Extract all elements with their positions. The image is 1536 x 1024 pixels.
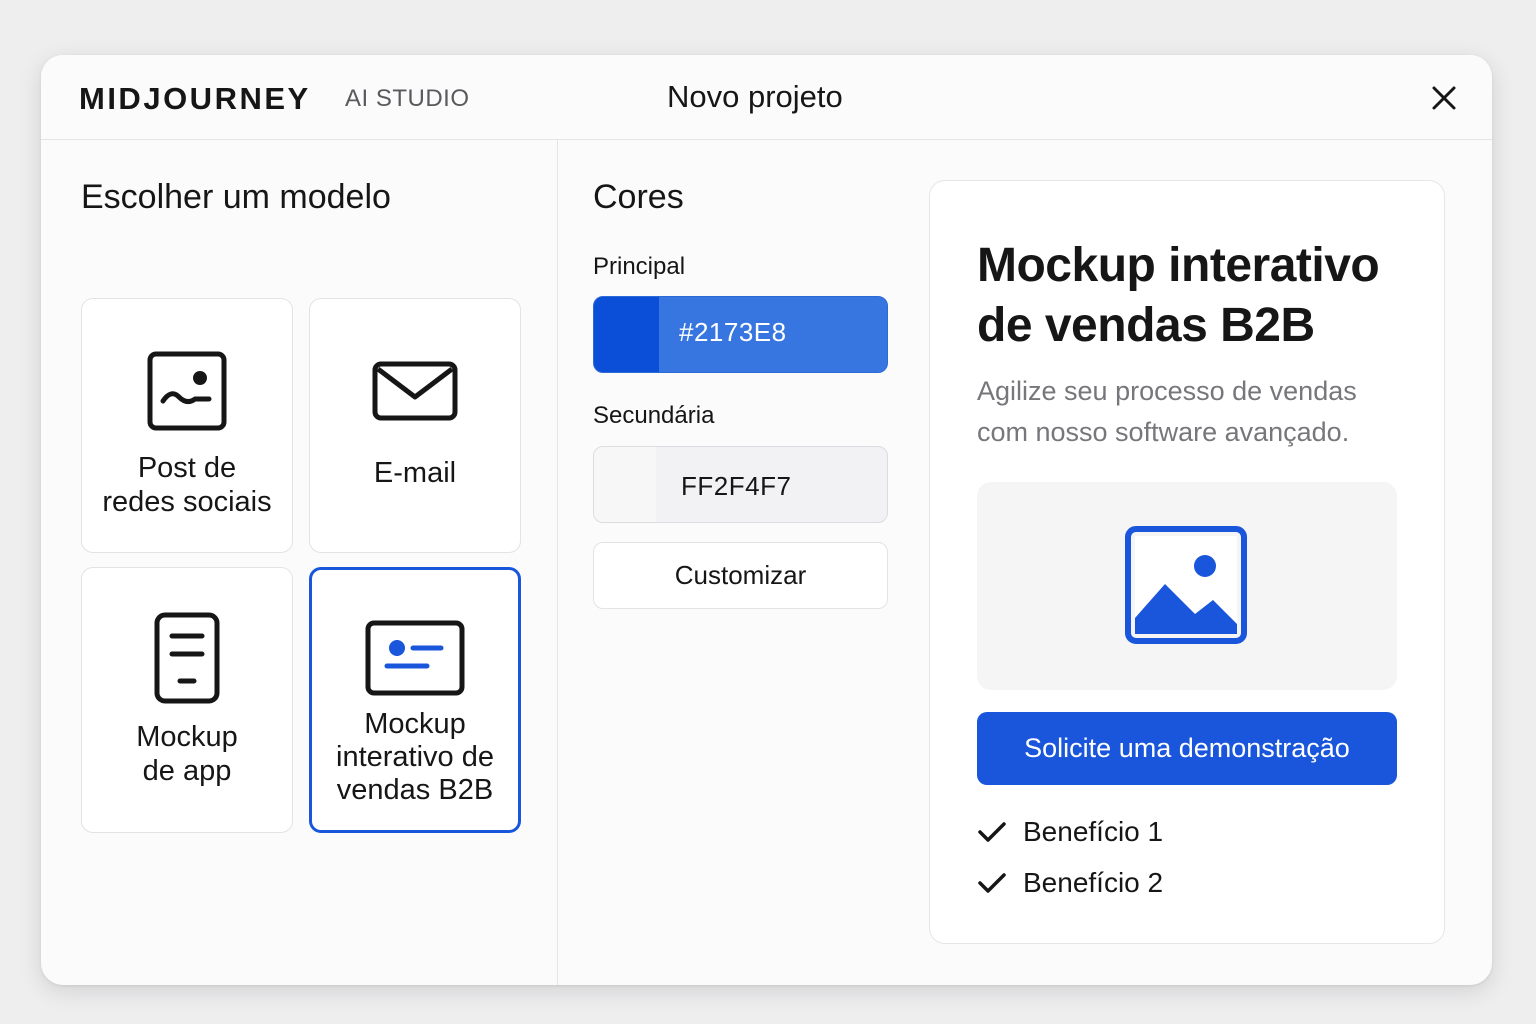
dialog-header: MIDJOURNEY AI STUDIO Novo projeto xyxy=(41,55,1492,140)
secondary-color-swatch[interactable]: FF2F4F7 xyxy=(593,446,888,523)
phone-icon xyxy=(154,612,220,704)
brand-subtitle: AI STUDIO xyxy=(345,85,470,112)
primary-color-label: Principal xyxy=(593,253,686,280)
colors-section-title: Cores xyxy=(593,178,684,216)
benefit-label: Benefício 2 xyxy=(1023,867,1164,898)
template-label: Mockup de app xyxy=(136,721,238,787)
customize-button[interactable]: Customizar xyxy=(593,542,888,609)
primary-color-swatch[interactable]: #2173E8 xyxy=(593,296,888,373)
close-icon xyxy=(1432,86,1456,110)
template-label: Post de redes sociais xyxy=(102,452,272,518)
benefit-label: Benefício 1 xyxy=(1023,816,1164,847)
template-social-post[interactable]: Post de redes sociais xyxy=(81,298,293,553)
template-label: Mockup interativo de vendas B2B xyxy=(336,708,494,806)
image-placeholder-icon xyxy=(1125,526,1247,644)
template-email[interactable]: E-mail xyxy=(309,298,521,553)
template-preview-card: Mockup interativo de vendas B2B Agilize … xyxy=(929,180,1445,944)
template-section-title: Escolher um modelo xyxy=(81,178,391,216)
id-card-icon xyxy=(365,620,465,696)
preview-subtitle: Agilize seu processo de vendas com nosso… xyxy=(977,376,1357,447)
secondary-color-value: FF2F4F7 xyxy=(681,471,792,501)
template-app-mockup[interactable]: Mockup de app xyxy=(81,567,293,833)
template-label: E-mail xyxy=(373,457,457,489)
mail-icon xyxy=(372,361,458,421)
brand-logo: MIDJOURNEY xyxy=(79,81,311,116)
primary-color-value: #2173E8 xyxy=(679,317,787,347)
close-button[interactable] xyxy=(1427,81,1461,115)
new-project-dialog: MIDJOURNEY AI STUDIO Novo projeto Escolh… xyxy=(41,55,1492,985)
check-icon xyxy=(978,822,1006,842)
secondary-color-label: Secundária xyxy=(593,402,715,429)
dialog-title: Novo projeto xyxy=(667,79,843,114)
template-b2b-sales-mockup[interactable]: Mockup interativo de vendas B2B xyxy=(309,567,521,833)
template-panel: Escolher um modelo Post de redes sociais… xyxy=(41,140,558,985)
secondary-color-chip xyxy=(594,447,656,522)
preview-title: Mockup interativo de vendas B2B xyxy=(977,239,1380,352)
image-icon xyxy=(147,351,227,431)
preview-image-placeholder xyxy=(977,482,1397,690)
check-icon xyxy=(978,873,1006,893)
request-demo-button[interactable]: Solicite uma demonstração xyxy=(977,712,1397,785)
primary-color-chip xyxy=(594,297,659,372)
